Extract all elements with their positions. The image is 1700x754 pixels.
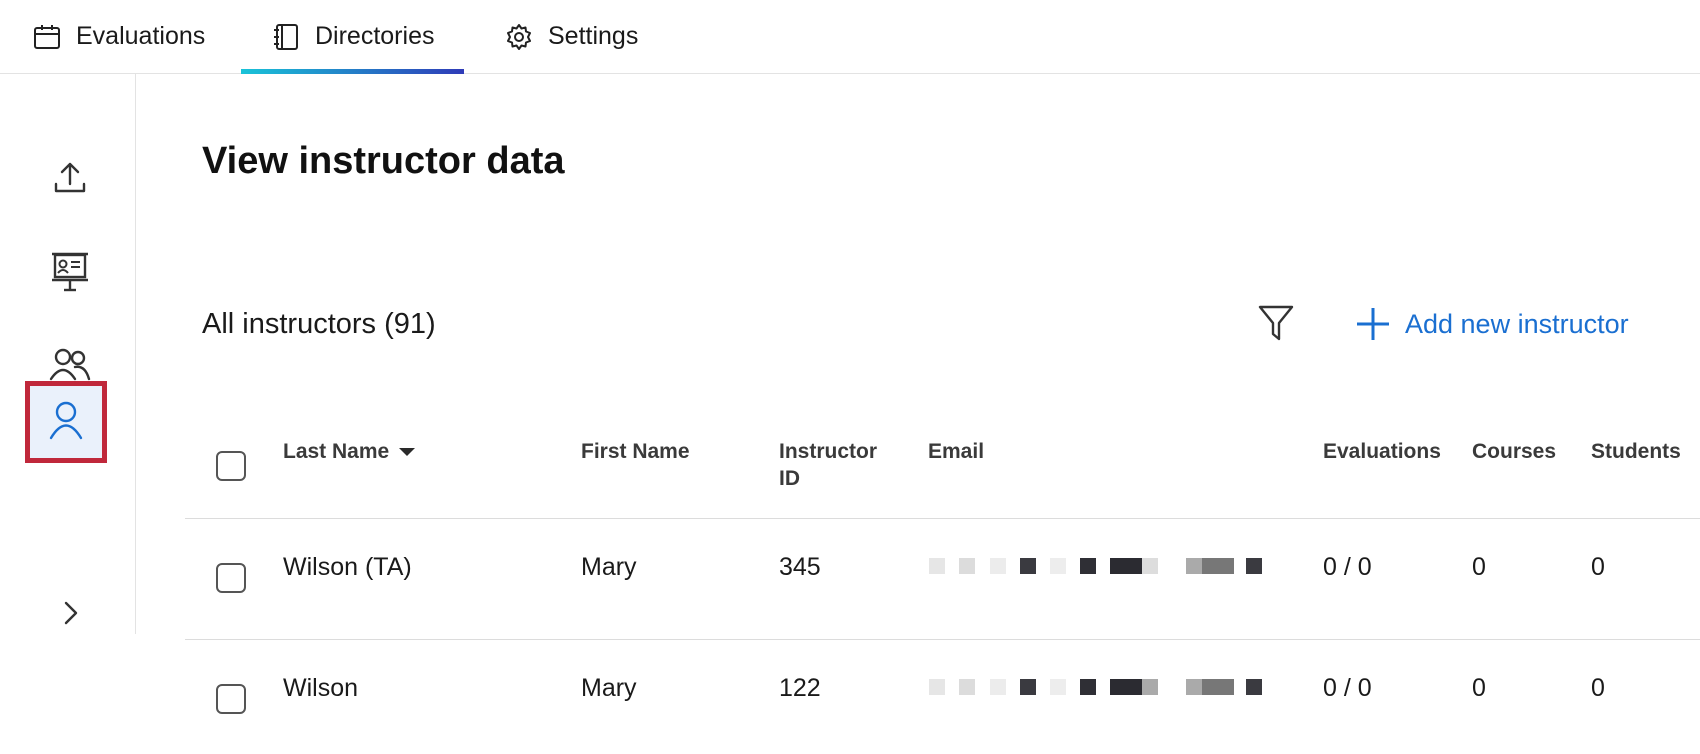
tab-settings-label: Settings bbox=[548, 22, 639, 50]
filter-button[interactable] bbox=[1256, 303, 1296, 347]
column-header-last-name[interactable]: Last Name bbox=[283, 438, 416, 465]
cell-courses: 0 bbox=[1472, 674, 1486, 702]
calendar-icon bbox=[32, 22, 62, 52]
cell-students: 0 bbox=[1591, 553, 1605, 581]
tab-evaluations-label: Evaluations bbox=[76, 22, 206, 50]
top-tab-bar: Evaluations Directories Settings bbox=[0, 0, 1700, 74]
cell-students: 0 bbox=[1591, 674, 1605, 702]
table-divider bbox=[185, 518, 1700, 519]
people-icon bbox=[49, 345, 91, 390]
directory-book-icon bbox=[271, 22, 301, 52]
upload-icon bbox=[50, 158, 90, 203]
sort-descending-icon bbox=[399, 448, 416, 457]
cell-first-name: Mary bbox=[581, 553, 637, 581]
cell-instructor-id: 345 bbox=[779, 553, 821, 581]
page-title: View instructor data bbox=[202, 140, 565, 182]
tab-directories-label: Directories bbox=[315, 22, 435, 50]
tab-evaluations[interactable]: Evaluations bbox=[32, 0, 205, 73]
sidebar-rail bbox=[0, 74, 136, 634]
row-checkbox[interactable] bbox=[216, 684, 246, 714]
cell-email-redacted bbox=[929, 558, 1262, 584]
column-header-instructor-id[interactable]: Instructor ID bbox=[779, 438, 899, 492]
table-divider bbox=[185, 639, 1700, 640]
select-all-checkbox[interactable] bbox=[216, 451, 246, 481]
sidebar-item-courses[interactable] bbox=[30, 234, 110, 314]
tab-directories[interactable]: Directories bbox=[241, 0, 465, 74]
cell-email-redacted bbox=[929, 679, 1262, 705]
column-header-first-name[interactable]: First Name bbox=[581, 438, 690, 465]
chevron-right-icon bbox=[60, 599, 80, 632]
column-header-email[interactable]: Email bbox=[928, 438, 984, 465]
sidebar-expand-button[interactable] bbox=[30, 575, 110, 655]
sidebar-item-upload[interactable] bbox=[30, 140, 110, 220]
tab-settings[interactable]: Settings bbox=[504, 0, 638, 73]
cell-evaluations: 0 / 0 bbox=[1323, 553, 1372, 581]
person-icon bbox=[47, 399, 85, 446]
column-header-evaluations[interactable]: Evaluations bbox=[1323, 438, 1441, 465]
cell-first-name: Mary bbox=[581, 674, 637, 702]
cell-instructor-id: 122 bbox=[779, 674, 821, 702]
column-header-courses[interactable]: Courses bbox=[1472, 438, 1556, 465]
add-new-instructor-label: Add new instructor bbox=[1405, 308, 1629, 339]
sidebar-item-instructors[interactable] bbox=[25, 381, 107, 463]
row-checkbox[interactable] bbox=[216, 563, 246, 593]
add-new-instructor-button[interactable]: Add new instructor bbox=[1355, 306, 1629, 342]
filter-icon bbox=[1258, 303, 1294, 348]
cell-last-name: Wilson bbox=[283, 674, 359, 702]
plus-icon bbox=[1355, 306, 1391, 342]
cell-evaluations: 0 / 0 bbox=[1323, 674, 1372, 702]
presentation-board-icon bbox=[49, 250, 91, 299]
column-header-students[interactable]: Students bbox=[1591, 438, 1681, 465]
instructors-count-heading: All instructors (91) bbox=[202, 308, 436, 340]
gear-icon bbox=[504, 22, 534, 52]
cell-courses: 0 bbox=[1472, 553, 1486, 581]
cell-last-name: Wilson (TA) bbox=[283, 553, 412, 581]
